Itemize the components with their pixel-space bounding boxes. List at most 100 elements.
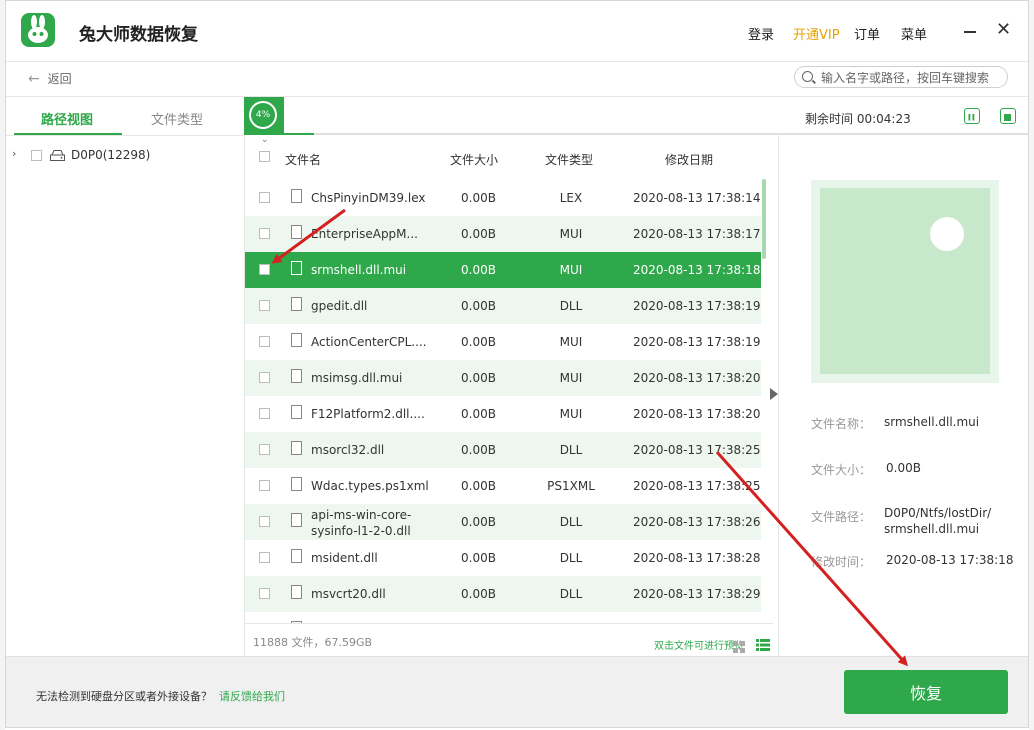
- file-count: 11888 文件，67.59GB: [253, 636, 373, 649]
- table-row[interactable]: msimsg.dll.mui 0.00B MUI 2020-08-13 17:38:2…: [245, 360, 761, 396]
- login-menu[interactable]: 登录: [748, 24, 774, 43]
- vip-menu[interactable]: 开通VIP: [793, 24, 840, 43]
- file-icon: [291, 441, 302, 455]
- file-date: 2020-08-13 17:38:18: [633, 263, 761, 277]
- minimize-icon[interactable]: [964, 21, 978, 37]
- file-type: DLL: [559, 515, 583, 529]
- row-checkbox[interactable]: [259, 372, 270, 383]
- file-icon: [291, 405, 302, 419]
- file-size: 0.00B: [461, 335, 496, 349]
- file-size: 0.00B: [461, 299, 496, 313]
- tab-path-view[interactable]: 路径视图: [41, 109, 93, 128]
- file-icon: [291, 297, 302, 311]
- search-input[interactable]: [819, 69, 1007, 87]
- file-type: DLL: [559, 443, 583, 457]
- preview-size-label: 文件大小：: [811, 463, 872, 477]
- progress-percent: 4%: [249, 101, 277, 129]
- select-all-checkbox[interactable]: [259, 151, 270, 162]
- tab-file-type[interactable]: 文件类型: [151, 109, 203, 128]
- column-header-name[interactable]: 文件名: [285, 151, 321, 168]
- back-label: 返回: [47, 72, 72, 86]
- file-name: msorcl32.dll: [311, 443, 385, 457]
- file-type: MUI: [559, 227, 583, 241]
- file-size: 0.00B: [461, 371, 496, 385]
- close-icon[interactable]: ✕: [996, 19, 1011, 40]
- file-type: MUI: [559, 335, 583, 349]
- recover-button[interactable]: 恢复: [844, 670, 1008, 714]
- chevron-right-icon[interactable]: ›: [12, 147, 16, 160]
- file-type: DLL: [559, 587, 583, 601]
- orders-menu[interactable]: 订单: [854, 24, 880, 43]
- file-type: MUI: [559, 371, 583, 385]
- app-title: 兔大师数据恢复: [79, 25, 198, 45]
- file-size: 0.00B: [461, 227, 496, 241]
- column-header-type[interactable]: 文件类型: [545, 151, 593, 168]
- row-checkbox[interactable]: [259, 516, 270, 527]
- search-box[interactable]: [794, 66, 1008, 88]
- row-checkbox[interactable]: [259, 588, 270, 599]
- file-size: 0.00B: [461, 263, 496, 277]
- table-row[interactable]: msvcrt20.dll 0.00B DLL 2020-08-13 17:38:29: [245, 576, 761, 612]
- file-date: 2020-08-13 17:38:28: [633, 551, 761, 565]
- table-row[interactable]: msorcl32.dll 0.00B DLL 2020-08-13 17:38:25: [245, 432, 761, 468]
- table-rows: ChsPinyinDM39.lex 0.00B LEX 2020-08-13 17:3…: [245, 180, 761, 623]
- pause-icon: [968, 114, 975, 121]
- pause-button[interactable]: [964, 108, 980, 124]
- preview-hint: 双击文件可进行预览: [654, 641, 744, 652]
- row-checkbox[interactable]: [259, 444, 270, 455]
- preview-path-value-1: D0P0/Ntfs/lostDir/: [884, 506, 992, 520]
- rabbit-logo-icon: [21, 13, 55, 47]
- file-date: 2020-08-13 17:38:14: [633, 191, 761, 205]
- file-icon: [291, 189, 302, 203]
- table-footer: 11888 文件，67.59GB 双击文件可进行预览: [245, 623, 773, 656]
- table-row[interactable]: F12Platform2.dll.... 0.00B MUI 2020-08-13 1…: [245, 396, 761, 432]
- preview-mtime-label: 修改时间：: [811, 555, 872, 569]
- stop-icon: [1004, 114, 1011, 121]
- stop-button[interactable]: [1000, 108, 1016, 124]
- feedback-link[interactable]: 请反馈给我们: [219, 688, 285, 704]
- scan-progress-bar: 4% 剩余时间 00:04:23: [244, 96, 1028, 135]
- image-placeholder-icon: [820, 188, 990, 374]
- preview-name-value: srmshell.dll.mui: [884, 415, 980, 429]
- main-menu[interactable]: 菜单: [901, 24, 927, 43]
- table-row[interactable]: EnterpriseAppM... 0.00B MUI 2020-08-13 17:3…: [245, 216, 761, 252]
- file-name: gpedit.dll: [311, 299, 368, 313]
- table-row[interactable]: ChsPinyinDM39.lex 0.00B LEX 2020-08-13 17:3…: [245, 180, 761, 216]
- table-scrollbar[interactable]: [762, 179, 766, 259]
- collapse-preview-icon[interactable]: [770, 388, 778, 400]
- column-header-size[interactable]: 文件大小: [450, 151, 498, 168]
- file-icon: [291, 477, 302, 491]
- table-row[interactable]: Wdac.types.ps1xml 0.00B PS1XML 2020-08-13 1…: [245, 468, 761, 504]
- row-checkbox[interactable]: [259, 300, 270, 311]
- row-checkbox[interactable]: [259, 336, 270, 347]
- arrow-left-icon: ←: [28, 71, 40, 87]
- table-row[interactable]: srmshell.dll.mui 0.00B MUI 2020-08-13 17:38…: [245, 252, 761, 288]
- grid-view-icon[interactable]: [733, 638, 745, 653]
- file-date: 2020-08-13 17:38:19: [633, 299, 761, 313]
- file-name: Wdac.types.ps1xml: [311, 479, 429, 493]
- tree-checkbox[interactable]: [31, 150, 42, 161]
- row-checkbox[interactable]: [259, 264, 270, 275]
- table-row[interactable]: WebAdminHelp_...0.00BRESX2020-08-13 17:3…: [245, 612, 761, 623]
- table-row[interactable]: gpedit.dll 0.00B DLL 2020-08-13 17:38:19: [245, 288, 761, 324]
- file-name: ChsPinyinDM39.lex: [311, 191, 426, 205]
- back-button[interactable]: ← 返回: [28, 70, 72, 87]
- row-checkbox[interactable]: [259, 192, 270, 203]
- file-date: 2020-08-13 17:38:26: [633, 515, 761, 529]
- sort-chevron-icon[interactable]: ⌄: [261, 135, 269, 145]
- table-row[interactable]: ActionCenterCPL.... 0.00B MUI 2020-08-13 17…: [245, 324, 761, 360]
- file-name: msimsg.dll.mui: [311, 371, 403, 385]
- file-name: srmshell.dll.mui: [311, 263, 407, 277]
- file-date: 2020-08-13 17:38:17: [633, 227, 761, 241]
- row-checkbox[interactable]: [259, 408, 270, 419]
- column-header-date[interactable]: 修改日期: [665, 151, 713, 168]
- row-checkbox[interactable]: [259, 552, 270, 563]
- row-checkbox[interactable]: [259, 480, 270, 491]
- file-date: 2020-08-13 17:38:25: [633, 479, 761, 493]
- file-icon: [291, 549, 302, 563]
- list-view-icon[interactable]: [756, 637, 770, 651]
- app-window: 兔大师数据恢复 登录 开通VIP 订单 菜单 ✕ ← 返回 路径视图 文件类型 …: [5, 0, 1029, 728]
- row-checkbox[interactable]: [259, 228, 270, 239]
- table-row[interactable]: api-ms-win-core-sysinfo-l1-2-0.dll 0.00B D…: [245, 504, 761, 540]
- table-row[interactable]: msident.dll 0.00B DLL 2020-08-13 17:38:28: [245, 540, 761, 576]
